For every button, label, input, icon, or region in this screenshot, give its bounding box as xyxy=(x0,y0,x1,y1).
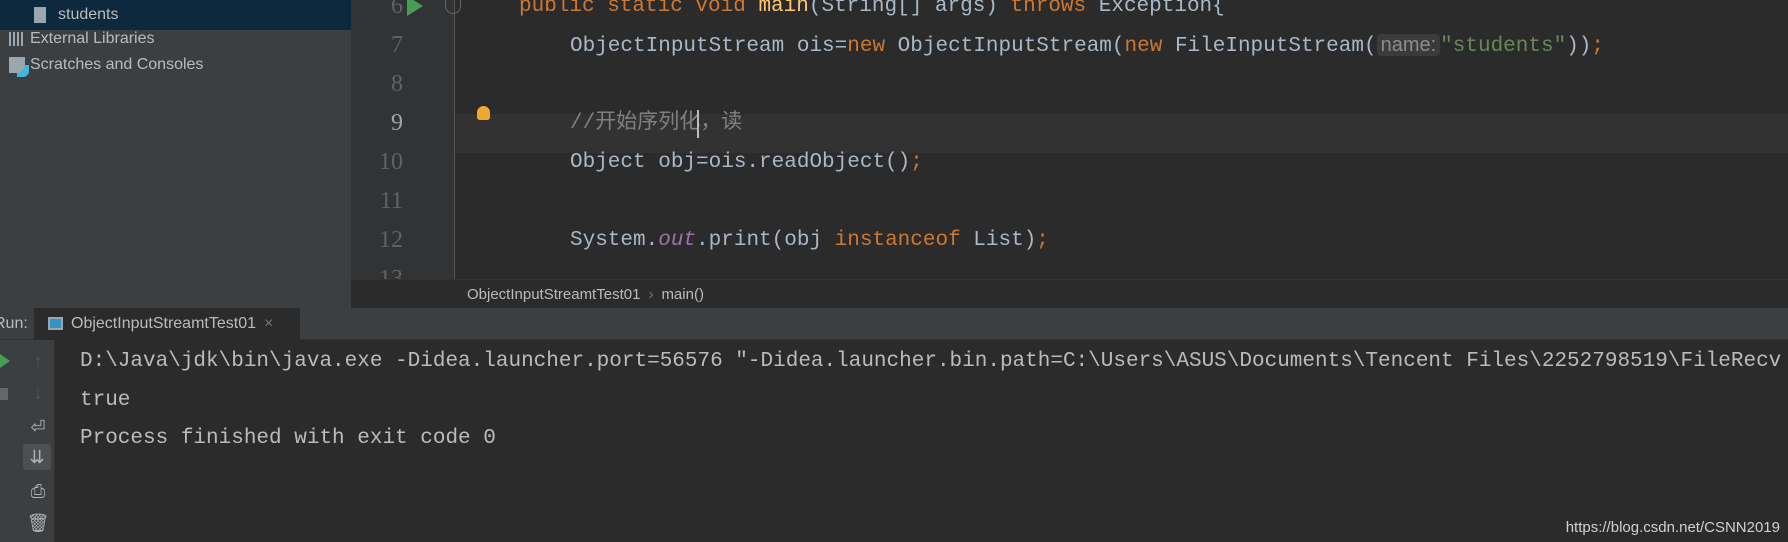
console-output: true xyxy=(80,389,131,412)
code-line-9[interactable]: //开始序列化，读 xyxy=(570,104,742,143)
parameter-hint: name: xyxy=(1376,34,1441,56)
print-icon[interactable]: ⎙ xyxy=(24,478,52,504)
console-exit-message: Process finished with exit code 0 xyxy=(80,427,496,450)
console-icon xyxy=(48,317,63,330)
line-number: 8 xyxy=(391,71,403,97)
console-toolbar: ↑ ↓ ⏎ ⇊ ⎙ 🗑 xyxy=(20,340,55,542)
line-number: 12 xyxy=(379,227,403,253)
breadcrumb-method[interactable]: main() xyxy=(661,286,704,303)
libraries-icon xyxy=(9,32,25,46)
gutter-divider xyxy=(454,0,455,279)
down-arrow-icon[interactable]: ↓ xyxy=(24,380,52,406)
line-number: 10 xyxy=(379,149,403,175)
trash-icon[interactable]: 🗑 xyxy=(24,510,52,536)
line-number: 9 xyxy=(391,110,403,136)
breadcrumb-separator: › xyxy=(648,285,654,303)
up-arrow-icon[interactable]: ↑ xyxy=(24,348,52,374)
code-line-10[interactable]: Object obj=ois.readObject(); xyxy=(570,143,923,182)
run-side-toolbar xyxy=(0,340,20,542)
watermark: https://blog.csdn.net/CSNN2019 xyxy=(1565,519,1780,536)
run-tab[interactable]: ObjectInputStreamtTest01 × xyxy=(34,307,300,340)
project-sidebar: students External Libraries Scratches an… xyxy=(0,0,351,308)
scratches-icon xyxy=(9,57,25,73)
line-number: 13 xyxy=(379,266,403,279)
code-line-12[interactable]: System.out.print(obj instanceof List); xyxy=(570,221,1049,260)
rerun-icon[interactable] xyxy=(0,354,10,368)
line-number: 6 xyxy=(391,0,403,19)
run-toolbar: Run: ObjectInputStreamtTest01 × xyxy=(0,307,1788,340)
breadcrumb: ObjectInputStreamtTest01 › main() xyxy=(351,279,1788,308)
text-cursor xyxy=(697,110,699,138)
line-number: 7 xyxy=(391,32,403,58)
file-icon xyxy=(34,7,46,23)
close-icon[interactable]: × xyxy=(264,315,273,333)
code-line-6[interactable]: public static void main(String[] args) t… xyxy=(519,0,1225,26)
run-gutter-icon[interactable] xyxy=(407,0,423,16)
console-command-line: D:\Java\jdk\bin\java.exe -Didea.launcher… xyxy=(80,350,1782,373)
line-number: 11 xyxy=(379,188,403,214)
lightbulb-icon[interactable] xyxy=(477,106,490,120)
scroll-to-end-icon[interactable]: ⇊ xyxy=(23,444,51,470)
breadcrumb-class[interactable]: ObjectInputStreamtTest01 xyxy=(467,286,640,303)
code-line-7[interactable]: ObjectInputStream ois=new ObjectInputStr… xyxy=(570,26,1604,65)
fold-icon[interactable] xyxy=(445,0,461,14)
tree-item-scratches[interactable]: Scratches and Consoles xyxy=(0,50,351,80)
stop-icon[interactable] xyxy=(0,388,8,400)
soft-wrap-icon[interactable]: ⏎ xyxy=(24,414,52,440)
run-label: Run: xyxy=(0,314,28,332)
